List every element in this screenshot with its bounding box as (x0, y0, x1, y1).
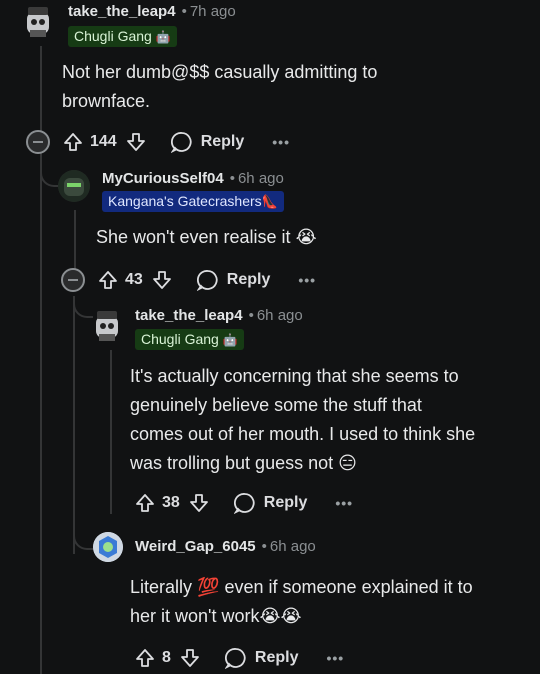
shoes-flair-icon: 👠 (261, 194, 278, 209)
thread-line-3 (73, 296, 75, 554)
expressionless-emoji-icon: 😑 (338, 453, 357, 473)
reply-button[interactable]: Reply (196, 269, 270, 291)
downvote-icon[interactable] (151, 269, 173, 291)
reply-button[interactable]: Reply (224, 647, 298, 669)
reply-button[interactable]: Reply (233, 492, 307, 514)
crying-emoji-icon: 😭 (295, 227, 317, 247)
user-flair: Chugli Gang 🤖 (68, 26, 177, 47)
chat-bubble-icon (196, 270, 218, 291)
upvote-icon[interactable] (134, 492, 156, 514)
vote-count: 8 (162, 649, 171, 666)
avatar[interactable] (24, 4, 52, 38)
comment-actions: 8 Reply ••• (134, 645, 344, 671)
avatar[interactable] (93, 532, 123, 562)
timestamp: 6h ago (256, 307, 303, 324)
downvote-icon[interactable] (188, 492, 210, 514)
comment-header: Weird_Gap_6045 • 6h ago (135, 538, 316, 555)
more-options-button[interactable]: ••• (335, 495, 353, 511)
vote-count: 38 (162, 494, 180, 511)
more-options-button[interactable]: ••• (326, 650, 344, 666)
comment-body: Literally 💯 even if someone explained it… (130, 577, 473, 626)
snoo-flair-icon: 🤖 (222, 333, 238, 347)
vote-count: 43 (125, 271, 143, 288)
comment-actions: 38 Reply ••• (134, 490, 353, 516)
snoo-flair-icon: 🤖 (155, 30, 171, 44)
chat-bubble-icon (170, 132, 192, 153)
username[interactable]: MyCuriousSelf04 (102, 170, 224, 187)
comment-actions: 43 Reply ••• (61, 267, 316, 293)
user-flair: Chugli Gang 🤖 (135, 329, 244, 350)
reply-button[interactable]: Reply (170, 131, 244, 153)
snoo-avatar-icon (27, 7, 49, 37)
snoo-avatar-icon (58, 170, 90, 202)
downvote-icon[interactable] (125, 131, 147, 153)
username[interactable]: Weird_Gap_6045 (135, 538, 256, 555)
more-options-button[interactable]: ••• (298, 272, 316, 288)
upvote-icon[interactable] (97, 269, 119, 291)
thread-line-2 (74, 210, 76, 275)
collapse-button[interactable] (61, 268, 85, 292)
timestamp: 7h ago (189, 3, 236, 20)
timestamp: 6h ago (269, 538, 316, 555)
chat-bubble-icon (233, 493, 255, 514)
avatar[interactable] (58, 170, 90, 202)
snoo-avatar-icon (96, 311, 118, 341)
thread-curve-2 (73, 296, 93, 318)
downvote-icon[interactable] (179, 647, 201, 669)
username[interactable]: take_the_leap4 (68, 3, 176, 20)
thread-line-4 (110, 350, 112, 514)
avatar[interactable] (93, 308, 121, 342)
comment-body: She won't even realise it 😭 (96, 227, 317, 247)
chat-bubble-icon (224, 648, 246, 669)
snoo-avatar-icon (93, 532, 123, 562)
comment-header: MyCuriousSelf04 • 6h ago (102, 170, 284, 187)
user-flair: Kangana's Gatecrashers👠 (102, 191, 284, 212)
upvote-icon[interactable] (134, 647, 156, 669)
collapse-button[interactable] (26, 130, 50, 154)
comment-actions: 144 Reply ••• (26, 129, 290, 155)
comment-body: Not her dumb@$$ casually admitting to br… (62, 62, 378, 111)
vote-count: 144 (90, 133, 117, 150)
upvote-icon[interactable] (62, 131, 84, 153)
comment-header: take_the_leap4 • 7h ago (68, 3, 236, 20)
thread-curve-1 (40, 155, 58, 187)
timestamp: 6h ago (237, 170, 284, 187)
thread-curve-3 (73, 520, 93, 550)
username[interactable]: take_the_leap4 (135, 307, 243, 324)
crying-emoji-icon: 😭😭 (259, 606, 302, 626)
comment-header: take_the_leap4 • 6h ago (135, 307, 303, 324)
more-options-button[interactable]: ••• (272, 134, 290, 150)
hundred-points-emoji-icon: 💯 (197, 577, 220, 597)
comment-body: It's actually concerning that she seems … (130, 366, 476, 473)
